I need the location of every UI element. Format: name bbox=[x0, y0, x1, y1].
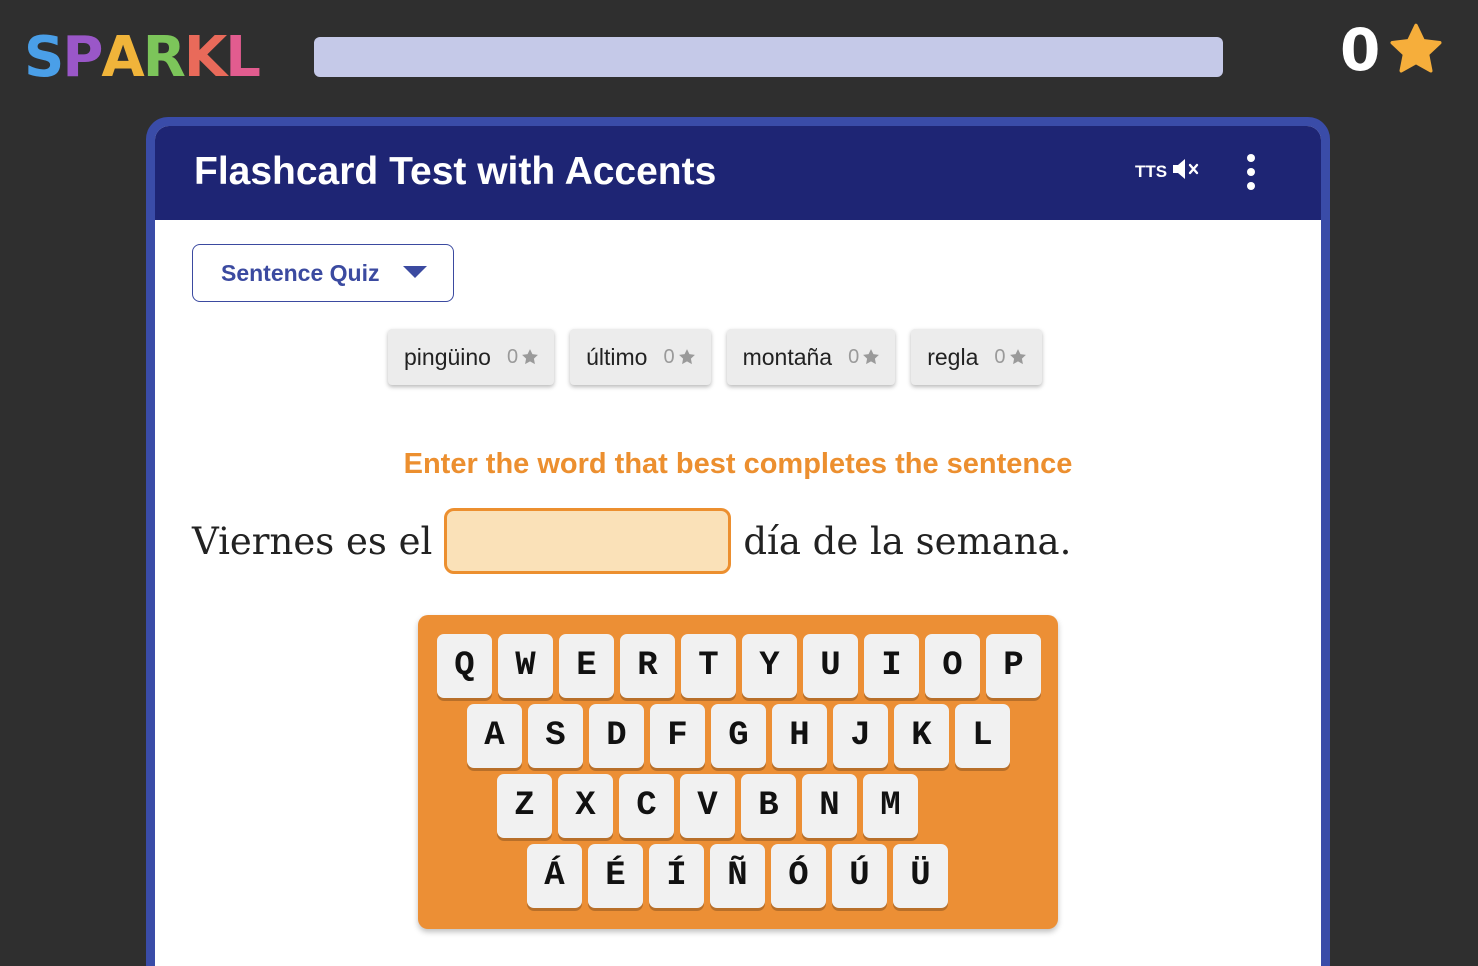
mode-selected-label: Sentence Quiz bbox=[221, 259, 380, 286]
star-icon bbox=[520, 347, 540, 367]
key-P[interactable]: P bbox=[986, 634, 1041, 698]
key-K[interactable]: K bbox=[894, 704, 949, 768]
key-V[interactable]: V bbox=[680, 774, 735, 838]
flashcard-panel: Flashcard Test with Accents TTS Sentence… bbox=[155, 126, 1321, 966]
caret-down-icon bbox=[403, 266, 427, 278]
key-A[interactable]: A bbox=[467, 704, 522, 768]
keyboard-row: ASDFGHJKL bbox=[467, 704, 1010, 768]
key-Ñ[interactable]: Ñ bbox=[710, 844, 765, 908]
key-N[interactable]: N bbox=[802, 774, 857, 838]
key-Y[interactable]: Y bbox=[742, 634, 797, 698]
word-chip-label: pingüino bbox=[404, 343, 491, 370]
logo-letter: A bbox=[101, 25, 144, 90]
key-E[interactable]: E bbox=[559, 634, 614, 698]
page-title: Flashcard Test with Accents bbox=[194, 150, 717, 193]
key-B[interactable]: B bbox=[741, 774, 796, 838]
key-Z[interactable]: Z bbox=[497, 774, 552, 838]
word-chip-star-count: 0 bbox=[848, 345, 860, 368]
quiz-prompt: Enter the word that best completes the s… bbox=[403, 448, 1073, 480]
key-C[interactable]: C bbox=[619, 774, 674, 838]
logo-letter: P bbox=[62, 25, 103, 90]
word-list: pingüino 0 último 0 montaña 0 regla 0 bbox=[388, 329, 1042, 385]
quiz-sentence: Viernes es el día de la semana. bbox=[192, 508, 1071, 574]
key-W[interactable]: W bbox=[498, 634, 553, 698]
word-chip-label: último bbox=[586, 343, 648, 370]
star-icon bbox=[1008, 347, 1028, 367]
word-chip[interactable]: regla 0 bbox=[911, 329, 1042, 385]
key-O[interactable]: O bbox=[925, 634, 980, 698]
key-Ó[interactable]: Ó bbox=[771, 844, 826, 908]
word-chip-label: montaña bbox=[742, 343, 833, 370]
key-Á[interactable]: Á bbox=[527, 844, 582, 908]
star-icon bbox=[861, 347, 881, 367]
answer-input[interactable] bbox=[444, 508, 732, 574]
key-Q[interactable]: Q bbox=[437, 634, 492, 698]
word-chip-label: regla bbox=[927, 343, 979, 370]
key-T[interactable]: T bbox=[681, 634, 736, 698]
key-R[interactable]: R bbox=[620, 634, 675, 698]
star-icon bbox=[677, 347, 697, 367]
keyboard-row: ÁÉÍÑÓÚÜ bbox=[527, 844, 948, 908]
key-Í[interactable]: Í bbox=[649, 844, 704, 908]
key-D[interactable]: D bbox=[589, 704, 644, 768]
word-chip-star-count: 0 bbox=[994, 345, 1006, 368]
word-chip[interactable]: pingüino 0 bbox=[388, 329, 555, 385]
key-S[interactable]: S bbox=[528, 704, 583, 768]
key-X[interactable]: X bbox=[558, 774, 613, 838]
star-icon bbox=[1386, 20, 1446, 80]
key-L[interactable]: L bbox=[955, 704, 1010, 768]
word-chip[interactable]: montaña 0 bbox=[726, 329, 896, 385]
logo-letter: K bbox=[183, 25, 227, 90]
key-Ü[interactable]: Ü bbox=[893, 844, 948, 908]
key-M[interactable]: M bbox=[863, 774, 918, 838]
logo-letter: S bbox=[24, 25, 64, 90]
key-U[interactable]: U bbox=[803, 634, 858, 698]
speaker-muted-icon bbox=[1171, 156, 1203, 187]
mode-dropdown[interactable]: Sentence Quiz bbox=[192, 244, 454, 302]
key-G[interactable]: G bbox=[711, 704, 766, 768]
score-display: 0 bbox=[1340, 18, 1446, 82]
logo-letter: L bbox=[225, 25, 261, 90]
score-value: 0 bbox=[1340, 16, 1381, 84]
tts-toggle[interactable]: TTS bbox=[1135, 156, 1203, 187]
key-H[interactable]: H bbox=[772, 704, 827, 768]
progress-bar bbox=[314, 37, 1223, 77]
word-chip[interactable]: último 0 bbox=[570, 329, 711, 385]
on-screen-keyboard: QWERTYUIOPASDFGHJKLZXCVBNMÁÉÍÑÓÚÜ bbox=[418, 615, 1058, 929]
key-Ú[interactable]: Ú bbox=[832, 844, 887, 908]
word-chip-star-count: 0 bbox=[663, 345, 675, 368]
keyboard-row: ZXCVBNM bbox=[497, 774, 918, 838]
more-vertical-icon[interactable] bbox=[1243, 154, 1259, 190]
key-J[interactable]: J bbox=[833, 704, 888, 768]
key-F[interactable]: F bbox=[650, 704, 705, 768]
key-É[interactable]: É bbox=[588, 844, 643, 908]
word-chip-star-count: 0 bbox=[506, 345, 519, 368]
tts-label: TTS bbox=[1135, 161, 1168, 181]
logo-letter: R bbox=[142, 25, 186, 90]
sparkl-logo: SPARKL bbox=[24, 25, 261, 90]
card-header: Flashcard Test with Accents TTS bbox=[155, 126, 1321, 220]
keyboard-row: QWERTYUIOP bbox=[437, 634, 1041, 698]
key-I[interactable]: I bbox=[864, 634, 919, 698]
sentence-before: Viernes es el bbox=[192, 519, 433, 563]
sentence-after: día de la semana. bbox=[743, 519, 1072, 563]
